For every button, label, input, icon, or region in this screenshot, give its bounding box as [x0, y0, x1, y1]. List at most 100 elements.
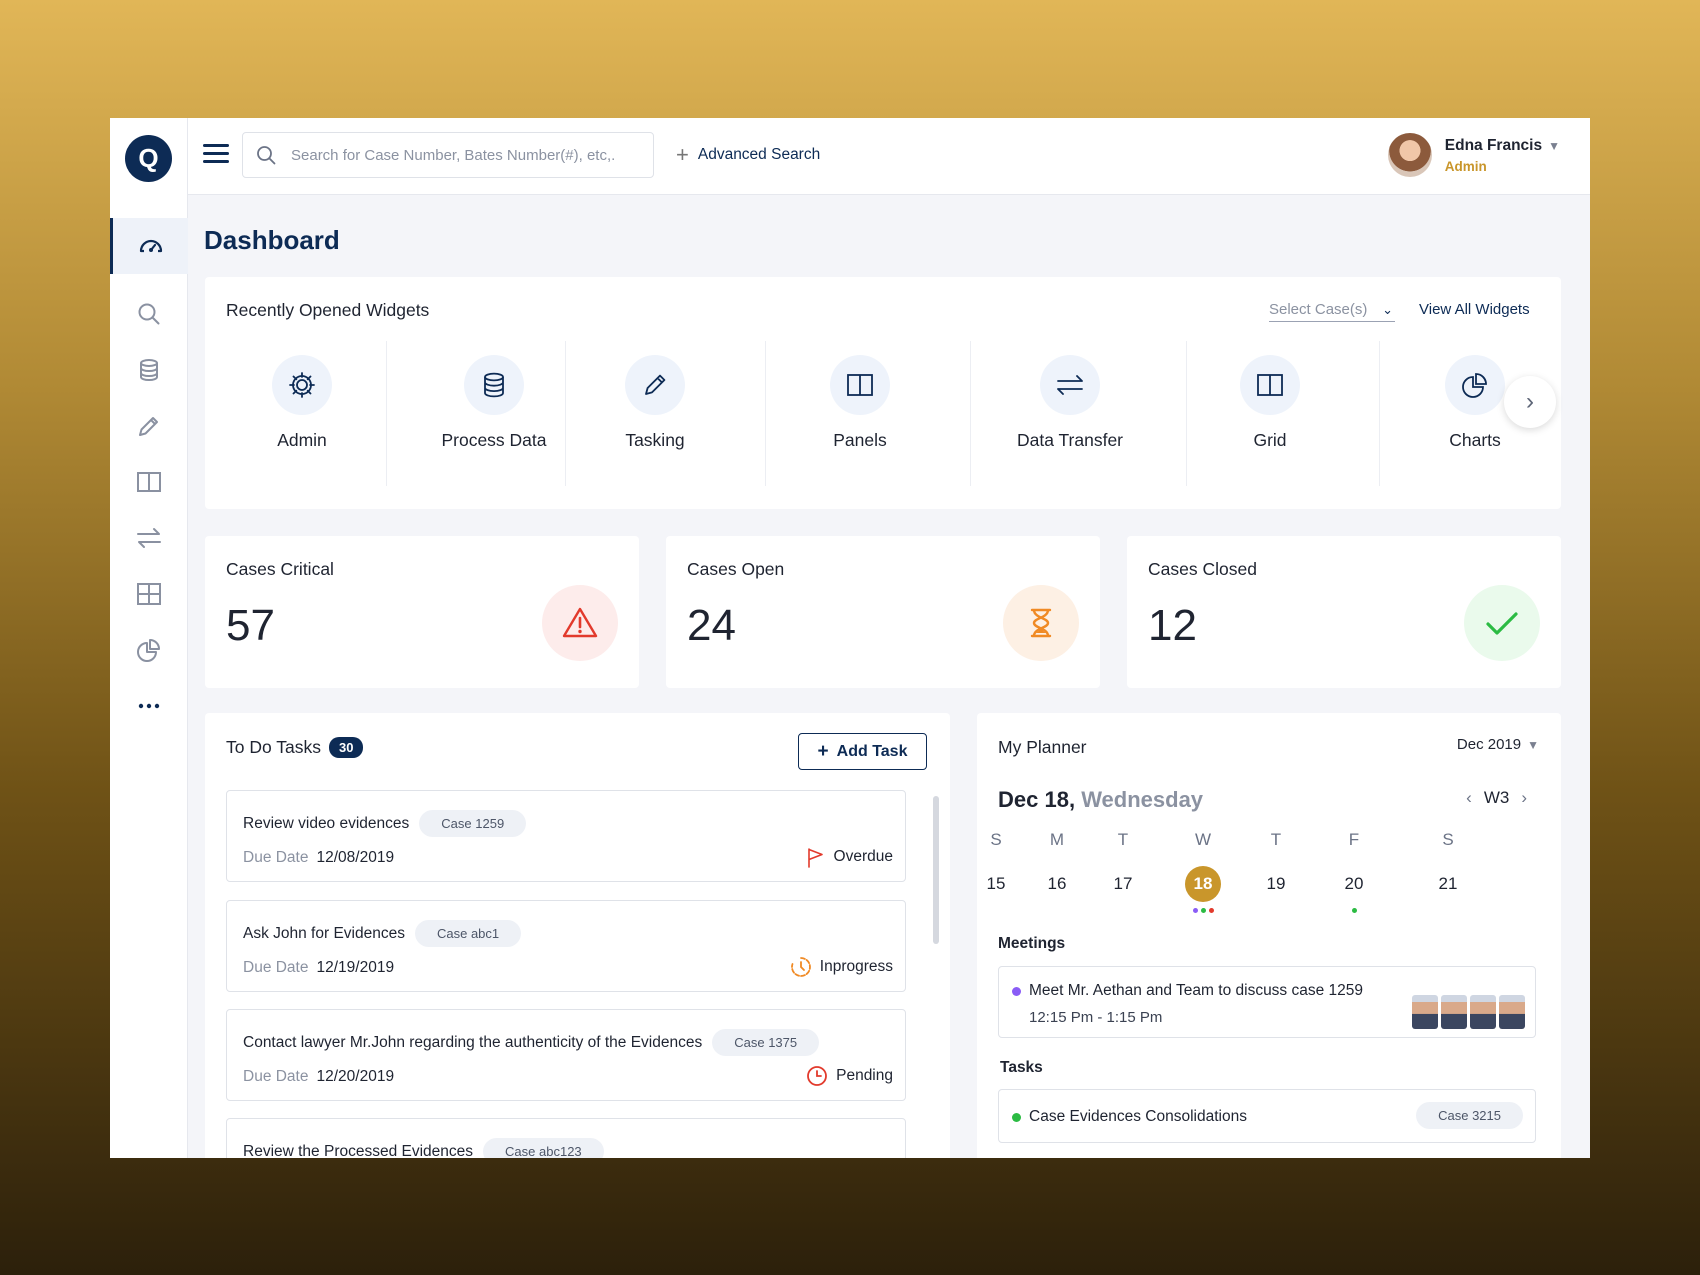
widget-label: Data Transfer: [1016, 430, 1124, 450]
due-date-value: 12/08/2019: [316, 849, 395, 866]
hamburger-menu-button[interactable]: [203, 144, 229, 166]
task-status: Overdue: [833, 848, 893, 865]
chevron-right-icon: ›: [1526, 388, 1534, 415]
pie-chart-icon: [137, 639, 160, 662]
avatar: [1470, 995, 1496, 1029]
day-name: S: [1442, 830, 1454, 849]
meeting-item[interactable]: Meet Mr. Aethan and Team to discuss case…: [998, 966, 1536, 1038]
day-number: 20: [1344, 874, 1364, 893]
widget-process-data[interactable]: Process Data: [424, 341, 564, 486]
avatar: [1499, 995, 1525, 1029]
divider: [386, 341, 387, 486]
add-task-label: Add Task: [836, 742, 908, 760]
widget-grid[interactable]: Grid: [1220, 341, 1320, 486]
divider: [1379, 341, 1380, 486]
divider: [1186, 341, 1187, 486]
task-item[interactable]: Contact lawyer Mr.John regarding the aut…: [226, 1009, 906, 1101]
day-name: W: [1194, 830, 1212, 849]
tasks-scrollbar[interactable]: [933, 796, 939, 944]
widgets-next-button[interactable]: ›: [1504, 376, 1556, 428]
search-input[interactable]: [291, 146, 631, 164]
sidebar-item-grid[interactable]: [110, 566, 188, 622]
widget-admin[interactable]: Admin: [257, 341, 347, 486]
clock-icon: [807, 1066, 828, 1086]
stat-value: 57: [226, 601, 275, 650]
chevron-down-icon: ▼: [1527, 738, 1539, 752]
stat-card-open[interactable]: Cases Open 24: [666, 536, 1100, 688]
chevron-left-icon[interactable]: ‹: [1466, 788, 1472, 808]
panels-icon: [137, 472, 161, 492]
divider: [565, 341, 566, 486]
add-task-button[interactable]: + Add Task: [798, 733, 927, 770]
sidebar-item-tasking[interactable]: [110, 398, 188, 454]
plus-icon: +: [676, 142, 689, 167]
recent-widgets-card: Recently Opened Widgets Select Case(s) ⌄…: [205, 277, 1561, 509]
calendar-day-today[interactable]: W 18: [1183, 830, 1223, 913]
day-number: 18: [1185, 866, 1221, 902]
meeting-title: Meet Mr. Aethan and Team to discuss case…: [1029, 982, 1364, 999]
calendar-day[interactable]: M 16: [1037, 830, 1077, 902]
widget-tasking[interactable]: Tasking: [605, 341, 705, 486]
check-icon: [1486, 612, 1518, 635]
stat-icon-wrap: [1003, 585, 1079, 661]
widget-icon-wrap: [830, 355, 890, 415]
stat-icon-wrap: [542, 585, 618, 661]
stat-card-critical[interactable]: Cases Critical 57: [205, 536, 639, 688]
widget-label: Tasking: [625, 430, 685, 450]
user-name: Edna Francis: [1444, 136, 1543, 154]
day-name: M: [1049, 830, 1065, 849]
week-label: W3: [1483, 788, 1510, 807]
day-number: 15: [986, 874, 1006, 893]
widget-label: Panels: [833, 430, 887, 450]
week-navigator: ‹ W3 ›: [1454, 788, 1539, 808]
calendar-day[interactable]: T 19: [1256, 830, 1296, 902]
widget-label: Admin: [277, 430, 327, 450]
view-all-widgets-link[interactable]: View All Widgets: [1419, 301, 1530, 318]
selected-date: Dec 18, Wednesday: [998, 787, 1203, 813]
tasks-title-row: To Do Tasks 30: [226, 737, 364, 758]
tasks-title: To Do Tasks: [226, 737, 321, 757]
sidebar-item-charts[interactable]: [110, 622, 188, 678]
calendar-day[interactable]: S 21: [1428, 830, 1468, 902]
stat-card-closed[interactable]: Cases Closed 12: [1127, 536, 1561, 688]
widget-data-transfer[interactable]: Data Transfer: [1000, 341, 1140, 486]
event-dots: [1334, 908, 1374, 913]
sidebar-item-dashboard[interactable]: [110, 218, 188, 274]
app-logo[interactable]: Q: [125, 135, 172, 182]
grid-icon: [137, 583, 161, 605]
chevron-right-icon[interactable]: ›: [1521, 788, 1527, 808]
transfer-icon: [1057, 375, 1083, 395]
month-dropdown[interactable]: Dec 2019 ▼: [1457, 736, 1539, 753]
transfer-icon: [137, 528, 161, 548]
due-date-label: Due Date: [243, 1068, 309, 1085]
task-item[interactable]: Ask John for Evidences Case abc1 Due Date…: [226, 900, 906, 992]
calendar-day[interactable]: T 17: [1103, 830, 1143, 902]
sidebar-item-panels[interactable]: [110, 454, 188, 510]
sidebar-item-transfer[interactable]: [110, 510, 188, 566]
task-item[interactable]: Review the Processed Evidences Case abc12…: [226, 1118, 906, 1158]
advanced-search-label: Advanced Search: [697, 146, 821, 163]
planner-task-item[interactable]: Case Evidences Consolidations Case 3215: [998, 1089, 1536, 1143]
calendar-day[interactable]: S 15: [976, 830, 1016, 902]
task-item[interactable]: Review video evidences Case 1259 Due Date…: [226, 790, 906, 882]
select-case-dropdown[interactable]: Select Case(s) ⌄: [1269, 301, 1395, 322]
widget-icon-wrap: [464, 355, 524, 415]
meeting-time: 12:15 Pm - 1:15 Pm: [1029, 1009, 1163, 1026]
divider: [970, 341, 971, 486]
menu-line: [203, 144, 229, 147]
day-name: S: [990, 830, 1002, 849]
user-menu[interactable]: Edna Francis ▼ Admin: [1387, 133, 1560, 177]
panels-icon: [847, 374, 873, 396]
widget-icon-wrap: [625, 355, 685, 415]
dashboard-icon: [139, 239, 162, 253]
widgets-title: Recently Opened Widgets: [226, 300, 430, 320]
widget-list: Admin Process Data Tasking Panels Data T…: [205, 341, 1561, 486]
advanced-search-link[interactable]: + Advanced Search: [676, 142, 821, 167]
sidebar-item-more[interactable]: [110, 678, 188, 734]
widget-label: Charts: [1449, 430, 1501, 450]
calendar-day[interactable]: F 20: [1334, 830, 1374, 913]
day-number: 21: [1438, 874, 1458, 893]
widget-panels[interactable]: Panels: [810, 341, 910, 486]
sidebar-item-search[interactable]: [110, 286, 188, 342]
sidebar-item-database[interactable]: [110, 342, 188, 398]
